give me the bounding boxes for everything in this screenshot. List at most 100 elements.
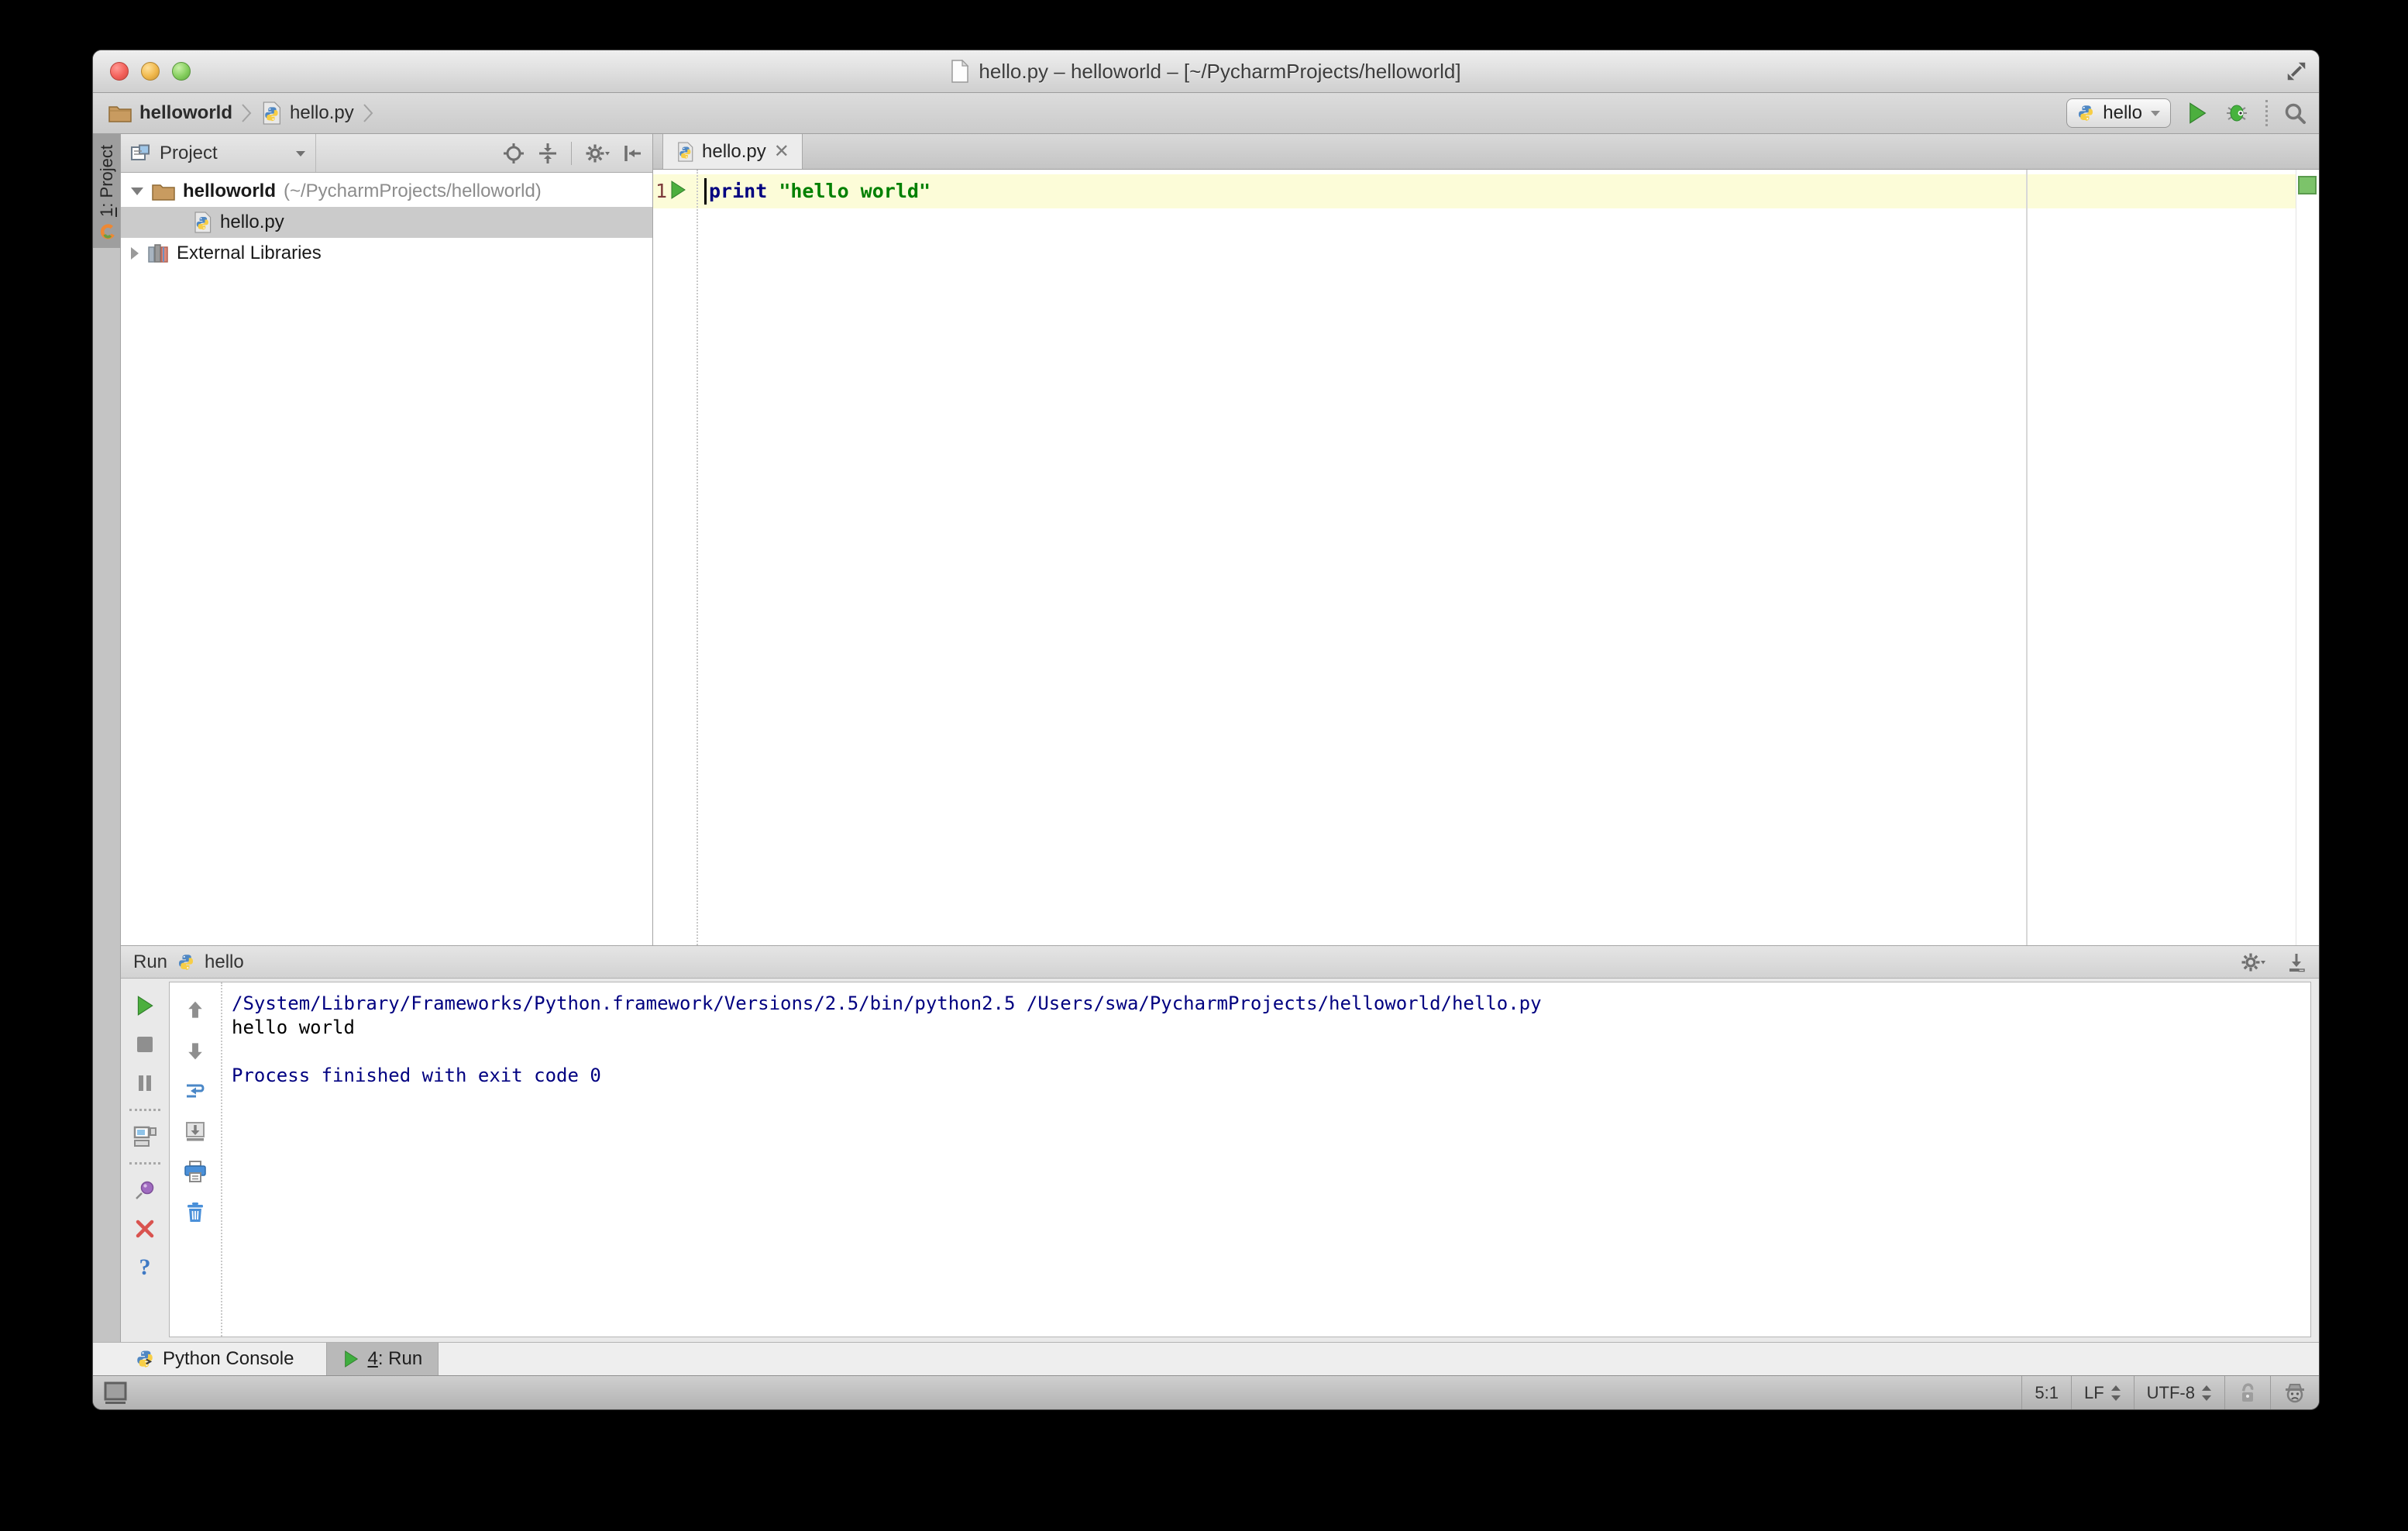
window-title: hello.py – helloworld – [~/PycharmProjec… bbox=[979, 59, 1461, 83]
debug-bug-button[interactable] bbox=[2224, 101, 2250, 125]
close-window-button[interactable] bbox=[110, 62, 129, 81]
run-button[interactable] bbox=[2186, 101, 2208, 125]
tree-node-name: helloworld bbox=[183, 181, 276, 201]
close-panel-button[interactable] bbox=[121, 1209, 169, 1248]
tree-node-name: External Libraries bbox=[177, 243, 322, 263]
editor-gutter: 1 bbox=[653, 170, 698, 945]
encoding-value: UTF-8 bbox=[2146, 1382, 2195, 1402]
tree-row-hello-py[interactable]: hello.py bbox=[121, 207, 652, 238]
inspection-ok-indicator[interactable] bbox=[2298, 176, 2317, 194]
chevron-right-icon bbox=[240, 102, 253, 124]
minimize-window-button[interactable] bbox=[141, 62, 160, 81]
right-margin-guide bbox=[2026, 170, 2028, 945]
chevron-down-icon bbox=[295, 150, 306, 157]
pin-tab-button[interactable] bbox=[121, 1171, 169, 1209]
toggle-toolwindows-icon[interactable] bbox=[102, 1381, 129, 1405]
caret-position-widget[interactable]: 5:1 bbox=[2021, 1376, 2071, 1409]
hide-panel-down-icon[interactable] bbox=[2286, 951, 2307, 973]
collapse-all-icon[interactable] bbox=[537, 143, 559, 164]
tree-row-project-root[interactable]: helloworld (~/PycharmProjects/helloworld… bbox=[121, 176, 652, 207]
project-folder-icon bbox=[152, 182, 175, 201]
run-panel-body: ? /System/Library/Frameworks/Python.fram… bbox=[121, 979, 2319, 1343]
line-separator-widget[interactable]: LF bbox=[2070, 1376, 2134, 1409]
settings-gear-icon[interactable] bbox=[584, 143, 611, 164]
console-toolbar bbox=[170, 982, 222, 1337]
run-toolbar-left: ? bbox=[121, 986, 169, 1287]
run-tool-window: Run hello ? /System/Library/Frameworks/P… bbox=[121, 945, 2319, 1343]
settings-gear-icon[interactable] bbox=[2240, 951, 2266, 973]
breadcrumb-label: helloworld bbox=[139, 102, 232, 123]
project-view-select[interactable]: Project bbox=[130, 134, 316, 172]
readonly-lock-widget[interactable] bbox=[2224, 1376, 2270, 1409]
run-tab-label: 4: Run bbox=[367, 1348, 423, 1369]
clear-all-trash-icon[interactable] bbox=[170, 1192, 221, 1232]
print-icon[interactable] bbox=[170, 1151, 221, 1192]
run-panel-header: Run hello bbox=[121, 946, 2319, 979]
zoom-window-button[interactable] bbox=[172, 62, 191, 81]
left-tool-window-stripe: 1: Project bbox=[93, 134, 121, 1342]
expand-window-icon[interactable] bbox=[2285, 60, 2308, 83]
pause-button[interactable] bbox=[121, 1064, 169, 1103]
editor-tab-hello-py[interactable]: hello.py ✕ bbox=[662, 134, 803, 169]
editor-body[interactable]: 1 print "hello world" bbox=[653, 170, 2319, 945]
code-keyword: print bbox=[709, 180, 768, 202]
console-output[interactable]: /System/Library/Frameworks/Python.framew… bbox=[222, 982, 2310, 1337]
soft-wrap-icon[interactable] bbox=[170, 1071, 221, 1111]
python-console-icon bbox=[135, 1349, 155, 1369]
breadcrumb-project[interactable]: helloworld bbox=[108, 102, 232, 124]
run-configuration-select[interactable]: hello bbox=[2066, 98, 2171, 128]
run-arrow-icon bbox=[342, 1350, 359, 1368]
editor-area: hello.py ✕ 1 print "hello world" bbox=[653, 134, 2319, 945]
python-icon bbox=[2076, 104, 2095, 122]
breadcrumb-file[interactable]: hello.py bbox=[260, 101, 354, 125]
help-button[interactable]: ? bbox=[121, 1248, 169, 1287]
run-configuration-label: hello bbox=[2103, 102, 2142, 123]
folder-icon bbox=[108, 104, 132, 122]
up-stack-trace-icon[interactable] bbox=[170, 990, 221, 1030]
tree-node-name: hello.py bbox=[220, 212, 284, 232]
run-tool-window-tab[interactable]: 4: Run bbox=[326, 1343, 439, 1375]
run-panel-config-name: hello bbox=[205, 951, 244, 972]
document-icon bbox=[951, 60, 969, 83]
gutter-run-arrow-icon[interactable] bbox=[669, 180, 687, 200]
traffic-lights bbox=[110, 62, 191, 81]
encoding-widget[interactable]: UTF-8 bbox=[2133, 1376, 2224, 1409]
python-icon bbox=[177, 953, 195, 972]
inspection-profile-widget[interactable] bbox=[2270, 1376, 2319, 1409]
inspection-stripe[interactable] bbox=[2296, 170, 2319, 945]
toolbar-separator bbox=[571, 141, 572, 165]
hide-panel-icon[interactable] bbox=[623, 143, 643, 164]
unlock-icon bbox=[2238, 1382, 2258, 1404]
rerun-button[interactable] bbox=[121, 986, 169, 1025]
pycharm-window: hello.py – helloworld – [~/PycharmProjec… bbox=[92, 50, 2320, 1410]
libraries-books-icon bbox=[147, 243, 169, 263]
chevron-down-icon bbox=[2150, 109, 2161, 117]
title-bar[interactable]: hello.py – helloworld – [~/PycharmProjec… bbox=[93, 50, 2319, 93]
down-stack-trace-icon[interactable] bbox=[170, 1030, 221, 1071]
project-view-icon bbox=[130, 144, 150, 163]
console-line-stdout: hello world bbox=[232, 1017, 355, 1038]
tree-node-path: (~/PycharmProjects/helloworld) bbox=[284, 181, 542, 201]
stop-button[interactable] bbox=[121, 1025, 169, 1064]
close-tab-icon[interactable]: ✕ bbox=[774, 142, 789, 161]
search-icon[interactable] bbox=[2283, 101, 2307, 125]
python-console-label: Python Console bbox=[163, 1348, 294, 1369]
locate-file-icon[interactable] bbox=[503, 143, 525, 164]
status-bar: 5:1 LF UTF-8 bbox=[93, 1375, 2319, 1409]
python-console-tab[interactable]: Python Console bbox=[124, 1343, 304, 1375]
collapsed-arrow-icon[interactable] bbox=[130, 246, 139, 260]
expanded-arrow-icon[interactable] bbox=[130, 187, 144, 196]
navigation-bar: helloworld hello.py hello bbox=[93, 93, 2319, 134]
project-tool-window-tab[interactable]: 1: Project bbox=[93, 134, 120, 248]
python-file-icon bbox=[676, 141, 694, 162]
tree-row-external-libraries[interactable]: External Libraries bbox=[121, 238, 652, 269]
console-line-command: /System/Library/Frameworks/Python.framew… bbox=[232, 993, 1542, 1014]
spinner-arrows-icon bbox=[2110, 1385, 2121, 1402]
toolbar-separator bbox=[129, 1109, 160, 1111]
scroll-to-end-icon[interactable] bbox=[170, 1111, 221, 1151]
bottom-tool-window-bar: Python Console 4: Run bbox=[93, 1342, 2319, 1375]
project-panel-header: Project bbox=[121, 134, 652, 173]
restore-layout-button[interactable] bbox=[121, 1117, 169, 1156]
console: /System/Library/Frameworks/Python.framew… bbox=[169, 982, 2311, 1337]
